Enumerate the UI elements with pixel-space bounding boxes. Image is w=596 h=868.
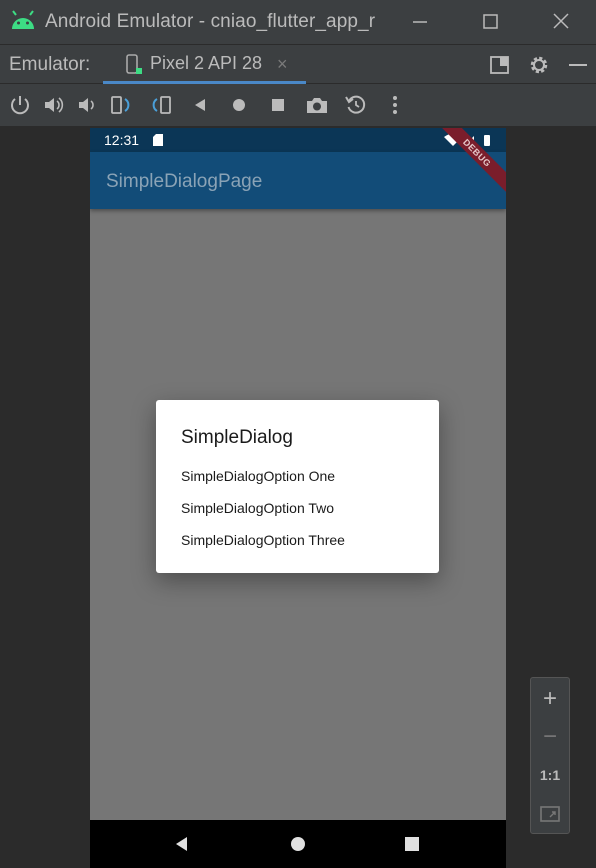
rotate-left-icon[interactable] bbox=[110, 93, 134, 117]
minimize-button[interactable] bbox=[400, 6, 440, 38]
back-icon[interactable] bbox=[188, 93, 212, 117]
status-bar: 12:31 bbox=[90, 128, 506, 152]
window-titlebar: Android Emulator - cniao_flutter_app_r bbox=[0, 0, 596, 44]
camera-icon[interactable] bbox=[305, 93, 329, 117]
tab-pixel-2-api-28[interactable]: Pixel 2 API 28 × bbox=[103, 45, 306, 84]
nav-home-icon[interactable] bbox=[288, 834, 308, 854]
navigation-bar bbox=[90, 820, 506, 868]
hide-panel-icon[interactable] bbox=[566, 53, 590, 77]
maximize-button[interactable] bbox=[470, 6, 510, 38]
sd-card-icon bbox=[153, 134, 163, 146]
tab-label: Pixel 2 API 28 bbox=[150, 53, 263, 73]
gear-icon[interactable] bbox=[527, 53, 551, 77]
simple-dialog: SimpleDialog SimpleDialogOption One Simp… bbox=[156, 400, 439, 573]
snapshot-icon[interactable] bbox=[344, 93, 368, 117]
emulator-label: Emulator: bbox=[9, 54, 91, 75]
dialog-option-one[interactable]: SimpleDialogOption One bbox=[181, 468, 335, 484]
dialog-option-two[interactable]: SimpleDialogOption Two bbox=[181, 500, 334, 516]
dialog-option-three[interactable]: SimpleDialogOption Three bbox=[181, 532, 345, 548]
home-icon[interactable] bbox=[227, 93, 251, 117]
more-icon[interactable] bbox=[383, 93, 407, 117]
rotate-right-icon[interactable] bbox=[148, 93, 172, 117]
window-title: Android Emulator - cniao_flutter_app_r bbox=[45, 11, 376, 32]
page-title: SimpleDialogPage bbox=[106, 171, 263, 192]
nav-recents-icon[interactable] bbox=[402, 834, 422, 854]
tab-close-icon[interactable]: × bbox=[277, 54, 288, 75]
dialog-title: SimpleDialog bbox=[181, 427, 293, 448]
status-time: 12:31 bbox=[104, 132, 140, 148]
nav-back-icon[interactable] bbox=[172, 834, 192, 854]
emulator-toolbar bbox=[0, 84, 596, 126]
android-icon bbox=[12, 10, 34, 29]
volume-down-icon[interactable] bbox=[76, 93, 100, 117]
device-screen[interactable]: 12:31 SimpleDialogPage DEBUG SimpleDialo… bbox=[90, 128, 506, 868]
emulator-tabbar: Emulator: Pixel 2 API 28 × bbox=[0, 44, 596, 84]
layout-icon[interactable] bbox=[488, 53, 512, 77]
close-window-button[interactable] bbox=[541, 6, 581, 38]
app-bar: SimpleDialogPage bbox=[90, 152, 506, 209]
actual-size-button[interactable]: 1:1 bbox=[531, 756, 569, 794]
zoom-controls: + − 1:1 bbox=[530, 677, 570, 834]
power-icon[interactable] bbox=[8, 93, 32, 117]
zoom-out-button[interactable]: − bbox=[531, 718, 569, 756]
volume-up-icon[interactable] bbox=[42, 93, 66, 117]
fit-screen-button[interactable] bbox=[531, 795, 569, 833]
zoom-in-button[interactable]: + bbox=[531, 680, 569, 718]
overview-icon[interactable] bbox=[266, 93, 290, 117]
device-icon bbox=[126, 54, 142, 74]
fit-screen-icon bbox=[540, 806, 560, 822]
